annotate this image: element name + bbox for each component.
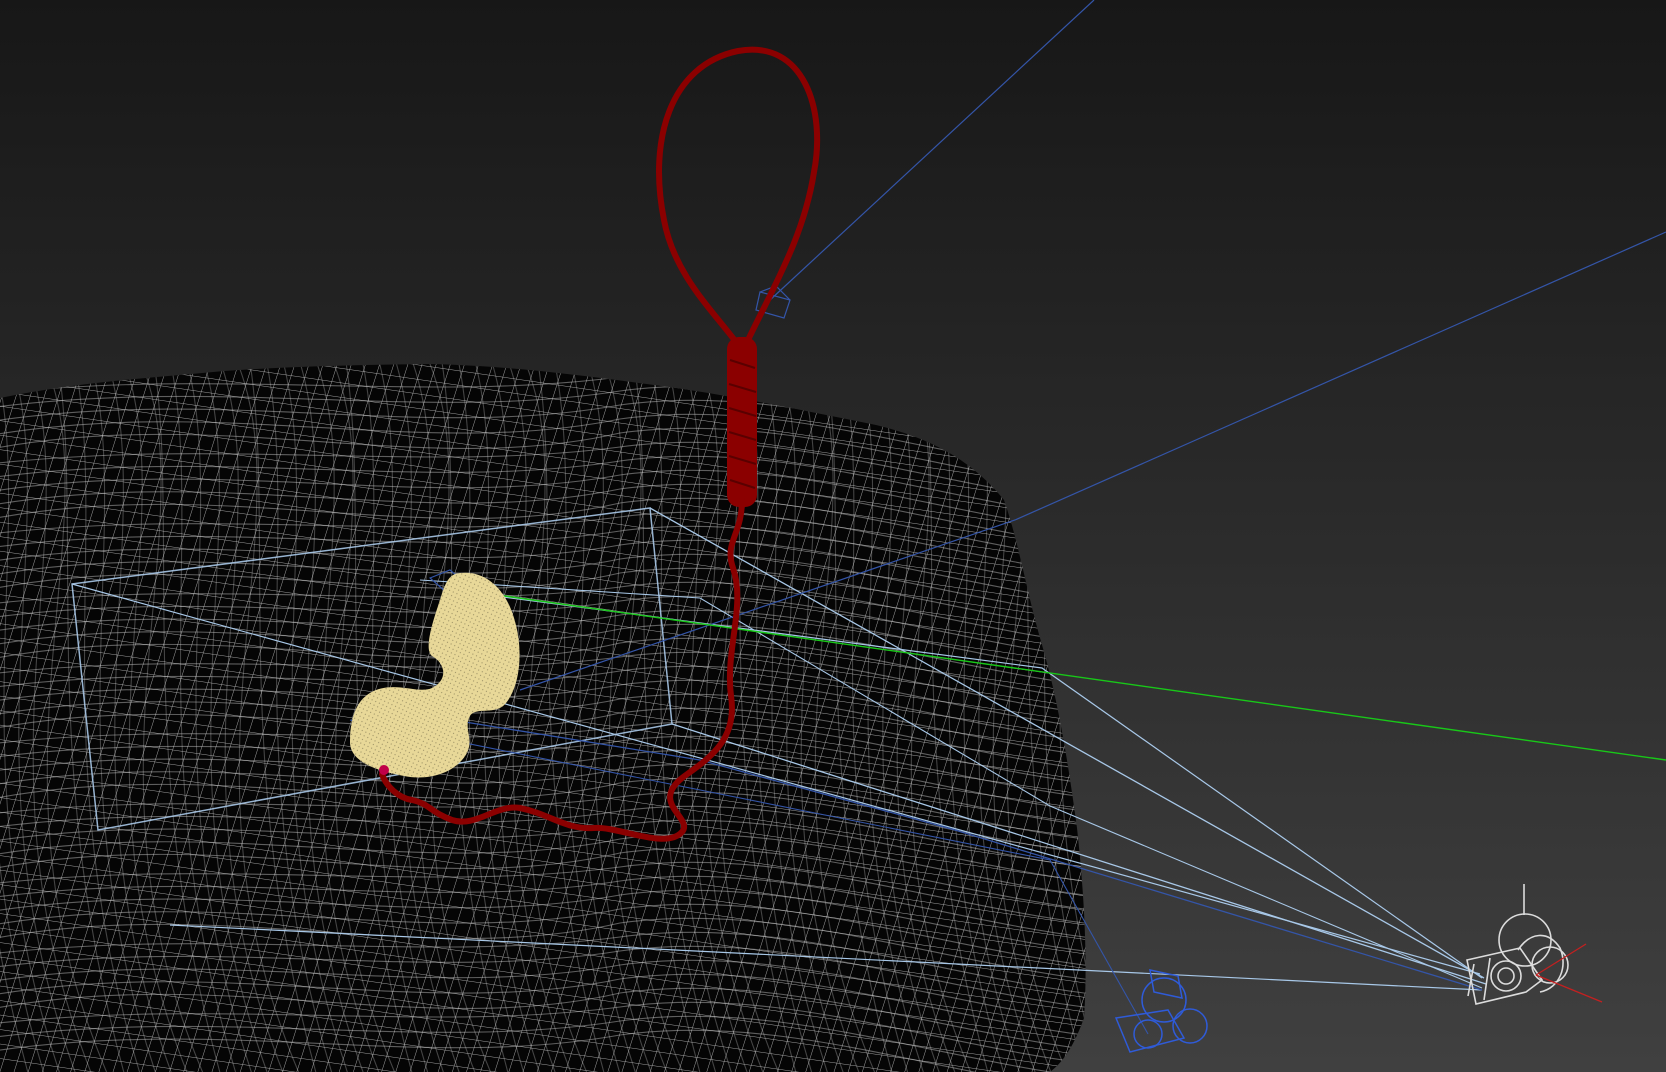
viewport-scene[interactable] (0, 0, 1666, 1072)
3d-viewport[interactable] (0, 0, 1666, 1072)
